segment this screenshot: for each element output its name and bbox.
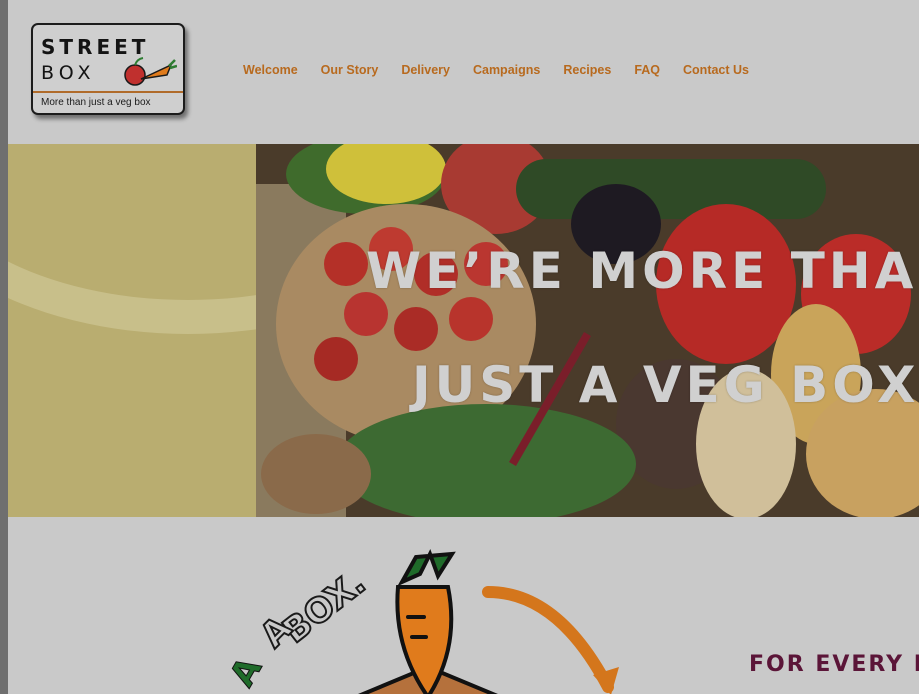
apple-carrot-icon bbox=[124, 57, 177, 86]
vegetable-box-photo bbox=[256, 144, 919, 517]
hero-headline-line2: JUST A VEG BOX bbox=[412, 356, 919, 414]
logo-box-text: BOX bbox=[41, 62, 96, 84]
hero-headline-line1: WE’RE MORE THAN bbox=[366, 242, 919, 300]
page: STREET BOX More than just a veg box Welc… bbox=[8, 0, 919, 694]
decorative-arc bbox=[8, 144, 256, 334]
nav-recipes[interactable]: Recipes bbox=[563, 63, 611, 77]
section-heading: FOR EVERY B bbox=[749, 652, 919, 677]
hero-banner: WE’RE MORE THAN JUST A VEG BOX bbox=[8, 144, 919, 517]
hero-side-panel bbox=[8, 144, 256, 517]
mission-section: BOX. A A FOR EVERY B bbox=[8, 517, 919, 694]
logo-tagline: More than just a veg box bbox=[41, 97, 151, 108]
nav-our-story[interactable]: Our Story bbox=[321, 63, 379, 77]
nav-faq[interactable]: FAQ bbox=[634, 63, 660, 77]
nav-delivery[interactable]: Delivery bbox=[401, 63, 450, 77]
logo-divider bbox=[33, 91, 183, 93]
nav-welcome[interactable]: Welcome bbox=[243, 63, 298, 77]
street-box-logo[interactable]: STREET BOX More than just a veg box bbox=[31, 23, 185, 115]
nav-contact-us[interactable]: Contact Us bbox=[683, 63, 749, 77]
site-header: STREET BOX More than just a veg box Welc… bbox=[8, 0, 919, 144]
main-nav: Welcome Our Story Delivery Campaigns Rec… bbox=[243, 63, 772, 77]
nav-campaigns[interactable]: Campaigns bbox=[473, 63, 540, 77]
